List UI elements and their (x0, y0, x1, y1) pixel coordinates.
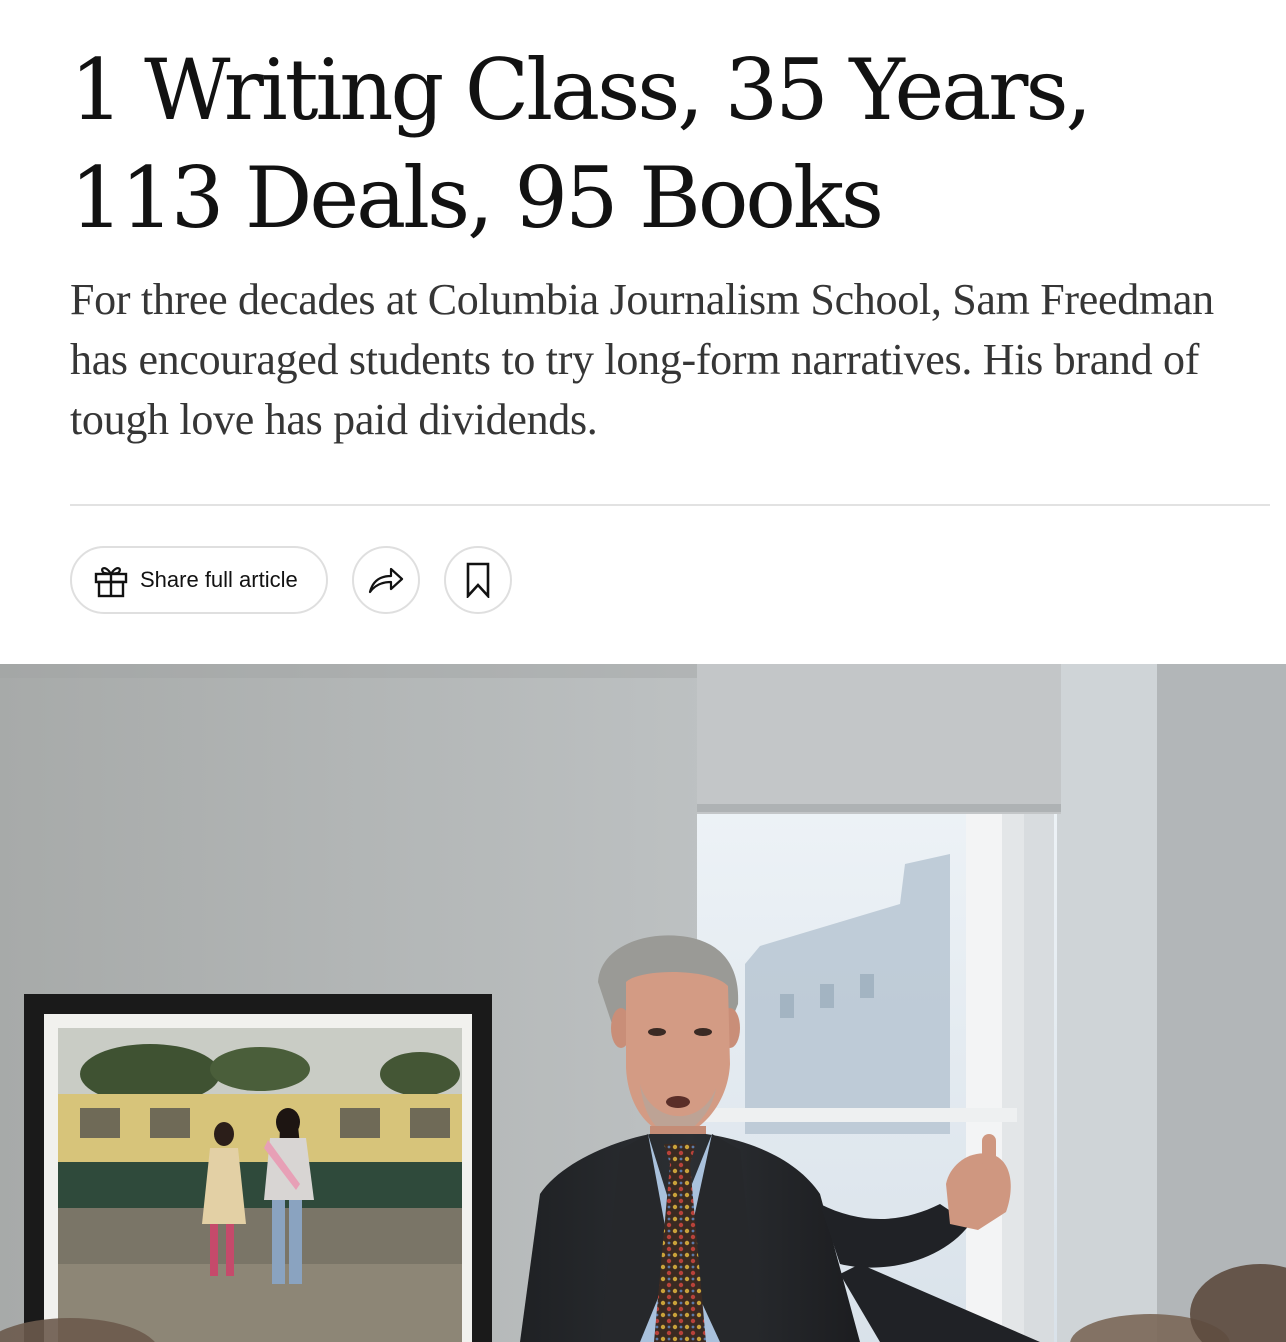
article-page: 1 Writing Class, 35 Years, 113 Deals, 95… (0, 0, 1286, 1342)
bookmark-icon (465, 562, 491, 598)
share-button[interactable] (352, 546, 420, 614)
share-arrow-icon (367, 565, 405, 595)
hero-photo (0, 664, 1286, 1342)
header-divider (70, 504, 1270, 506)
share-full-article-button[interactable]: Share full article (70, 546, 328, 614)
share-full-article-label: Share full article (140, 567, 298, 592)
save-button[interactable] (444, 546, 512, 614)
share-toolbar: Share full article (70, 546, 512, 614)
article-summary: For three decades at Columbia Journalism… (70, 275, 1214, 444)
article-headline: 1 Writing Class, 35 Years, 113 Deals, 95… (70, 41, 1092, 247)
gift-icon (92, 561, 130, 599)
